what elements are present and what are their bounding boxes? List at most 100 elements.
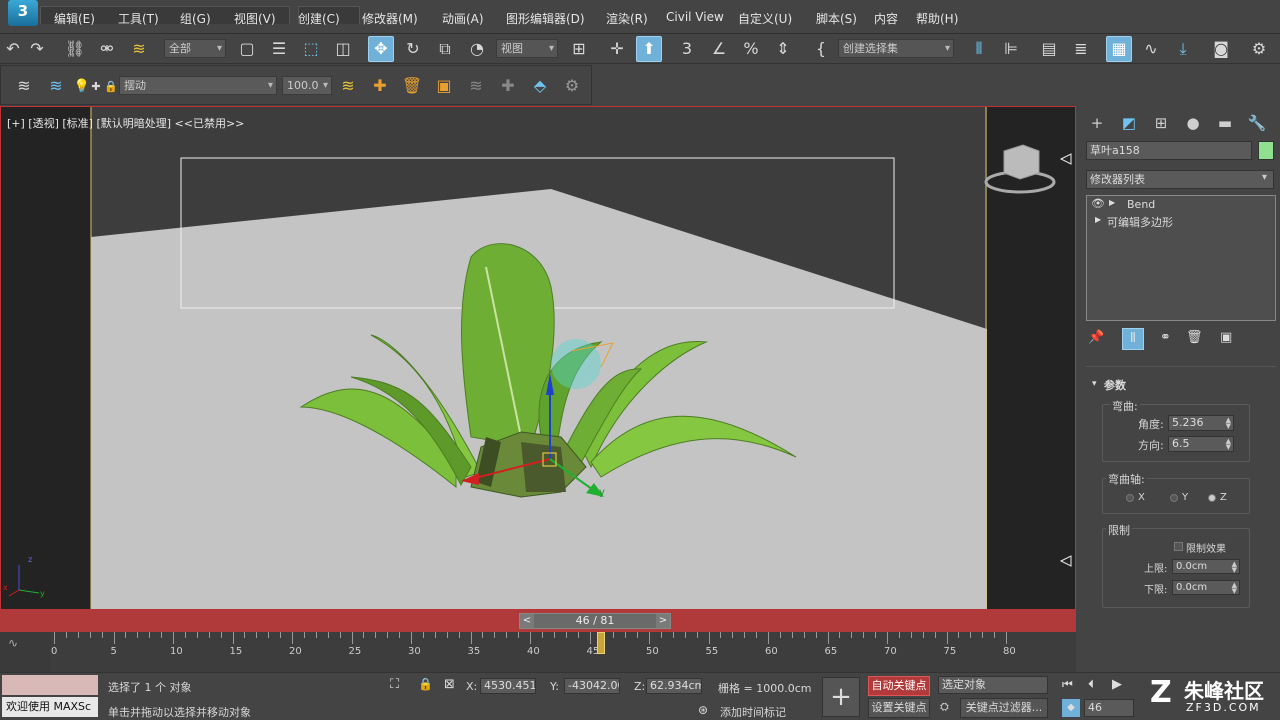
menu-tools[interactable]: 工具(T) bbox=[118, 10, 159, 27]
spinner-snap-icon[interactable]: ⇕ bbox=[770, 36, 796, 62]
spinner-arrows-icon[interactable]: ▲ ▼ bbox=[1226, 438, 1231, 451]
snap-3d-icon[interactable]: 3 bbox=[674, 36, 700, 62]
current-frame-marker[interactable] bbox=[597, 632, 606, 654]
window-crossing-icon[interactable]: ◫ bbox=[330, 36, 356, 62]
remove-modifier-icon[interactable]: 🗑 bbox=[1186, 330, 1203, 345]
next-frame-button[interactable]: > bbox=[656, 614, 670, 628]
select-by-name-icon[interactable]: ☰ bbox=[266, 36, 292, 62]
maxscript-mini-listener[interactable]: 欢迎使用 MAXSc bbox=[2, 697, 98, 717]
layer-current-icon[interactable]: ≋ bbox=[43, 73, 69, 99]
mirror-icon[interactable]: ⫴ bbox=[966, 36, 992, 62]
undo-icon[interactable]: ↶ bbox=[0, 36, 26, 62]
pivot-icon[interactable]: ⊞ bbox=[566, 36, 592, 62]
lock-icon[interactable]: 🔒 bbox=[103, 73, 119, 99]
rect-select-icon[interactable]: ⬚ bbox=[298, 36, 324, 62]
menu-scripting[interactable]: 脚本(S) bbox=[816, 10, 857, 27]
set-key-button[interactable]: 设置关键点 bbox=[868, 698, 930, 718]
utilities-tab-icon[interactable]: 🔧 bbox=[1244, 112, 1270, 134]
prev-key-icon[interactable]: ⏴ bbox=[1088, 677, 1094, 692]
menu-graph-editors[interactable]: 图形编辑器(D) bbox=[506, 10, 585, 27]
menu-civil-view[interactable]: Civil View bbox=[666, 10, 724, 24]
expand-icon[interactable]: ▶ bbox=[1095, 215, 1101, 224]
play-icon[interactable]: ▶ bbox=[1112, 677, 1122, 692]
spinner-arrows-icon[interactable]: ▲ ▼ bbox=[1226, 417, 1231, 430]
prev-frame-button[interactable]: < bbox=[520, 614, 534, 628]
key-filters-button[interactable]: 关键点过滤器... bbox=[960, 698, 1048, 718]
rollout-collapse-icon[interactable]: ▾ bbox=[1092, 379, 1097, 389]
bind-spacewarp-icon[interactable]: ≋ bbox=[126, 36, 152, 62]
place-icon[interactable]: ◔ bbox=[464, 36, 490, 62]
menu-edit[interactable]: 编辑(E) bbox=[54, 10, 95, 27]
modifier-list-dropdown[interactable]: 修改器列表 bbox=[1086, 170, 1274, 189]
layer-value-spinner[interactable]: 100.0 bbox=[282, 76, 332, 95]
pin-stack-icon[interactable]: 📌 bbox=[1088, 330, 1104, 345]
layer-props-icon[interactable]: ▣ bbox=[431, 73, 457, 99]
go-to-start-icon[interactable]: ⏮ bbox=[1062, 677, 1073, 692]
time-slider[interactable]: < 46 / 81 > bbox=[519, 613, 671, 629]
y-coord-field[interactable]: -43042.00 bbox=[564, 678, 620, 694]
unlink-icon[interactable]: ⚮ bbox=[94, 36, 120, 62]
angle-snap-icon[interactable]: ∠ bbox=[706, 36, 732, 62]
motion-tab-icon[interactable]: ● bbox=[1180, 112, 1206, 134]
keyboard-shortcut-override-icon[interactable]: ⬆ bbox=[636, 36, 662, 62]
menu-modifiers[interactable]: 修改器(M) bbox=[362, 10, 418, 27]
key-selection-dropdown[interactable]: 选定对象 bbox=[938, 676, 1048, 694]
select-object-icon[interactable]: ▢ bbox=[234, 36, 260, 62]
axis-x-radio[interactable] bbox=[1126, 494, 1134, 502]
layers-icon[interactable]: ≋ bbox=[11, 73, 37, 99]
maxscript-listener-pink[interactable] bbox=[2, 675, 98, 695]
menu-views[interactable]: 视图(V) bbox=[234, 10, 276, 27]
limit-effect-checkbox[interactable] bbox=[1174, 542, 1183, 551]
material-editor-icon[interactable]: ◙ bbox=[1208, 36, 1234, 62]
menu-help[interactable]: 帮助(H) bbox=[916, 10, 958, 27]
layer-explorer-icon[interactable]: ▤ bbox=[1036, 36, 1062, 62]
create-tab-icon[interactable]: + bbox=[1084, 112, 1110, 134]
menu-content[interactable]: 内容 bbox=[874, 10, 898, 27]
time-tag-icon[interactable]: ⊛ bbox=[698, 703, 708, 717]
menu-animation[interactable]: 动画(A) bbox=[442, 10, 484, 27]
ribbon-icon[interactable]: ▦ bbox=[1106, 36, 1132, 62]
object-name-field[interactable]: 草叶a158 bbox=[1086, 141, 1252, 160]
redo-icon[interactable]: ↷ bbox=[24, 36, 50, 62]
display-tab-icon[interactable]: ▬ bbox=[1212, 112, 1238, 134]
schematic-icon[interactable]: ⤓ bbox=[1170, 36, 1196, 62]
eye-icon[interactable]: 👁 bbox=[1091, 197, 1105, 210]
unfreeze-layer-icon[interactable]: ⚙ bbox=[559, 73, 585, 99]
menu-customize[interactable]: 自定义(U) bbox=[738, 10, 792, 27]
isolate-selection-icon[interactable]: ⛶ bbox=[390, 677, 399, 692]
track-bar[interactable]: ∿ 0 5 10 15 20 25 30 35 40 45 50 55 60 65 70 75 80 bbox=[0, 632, 1076, 672]
selection-lock-icon[interactable]: 🔒 bbox=[418, 677, 433, 691]
menu-group[interactable]: 组(G) bbox=[180, 10, 211, 27]
unhide-layer-icon[interactable]: ✚ bbox=[495, 73, 521, 99]
move-icon[interactable]: ✥ bbox=[368, 36, 394, 62]
link-icon[interactable]: ⛓ bbox=[62, 36, 88, 62]
rollout-title[interactable]: 参数 bbox=[1104, 377, 1126, 393]
axis-z-radio[interactable] bbox=[1208, 494, 1216, 502]
scale-icon[interactable]: ⧉ bbox=[432, 36, 458, 62]
configure-sets-icon[interactable]: ▣ bbox=[1220, 330, 1232, 345]
make-unique-icon[interactable]: ⚭ bbox=[1160, 330, 1171, 345]
manipulate-icon[interactable]: ✛ bbox=[604, 36, 630, 62]
stack-item-editable-poly[interactable]: ▶ 可编辑多边形 bbox=[1087, 214, 1275, 230]
edit-named-sets-icon[interactable]: { bbox=[808, 36, 834, 62]
angle-spinner[interactable]: 5.236 ▲ ▼ bbox=[1168, 415, 1234, 431]
selection-filter-dropdown[interactable]: 全部 bbox=[164, 39, 226, 58]
absolute-mode-icon[interactable]: ⊠ bbox=[444, 677, 455, 692]
add-to-layer-icon[interactable]: ✚ bbox=[367, 73, 393, 99]
reference-coord-dropdown[interactable]: 视图 bbox=[496, 39, 558, 58]
direction-spinner[interactable]: 6.5 ▲ ▼ bbox=[1168, 436, 1234, 452]
rotate-icon[interactable]: ↻ bbox=[400, 36, 426, 62]
viewport-label[interactable]: [+] [透视] [标准] [默认明暗处理] <<已禁用>> bbox=[7, 115, 244, 131]
align-icon[interactable]: ⊫ bbox=[998, 36, 1024, 62]
stack-item-bend[interactable]: 👁 ▶ Bend bbox=[1087, 197, 1275, 213]
menu-rendering[interactable]: 渲染(R) bbox=[606, 10, 648, 27]
menu-create[interactable]: 创建(C) bbox=[298, 10, 340, 27]
hierarchy-tab-icon[interactable]: ⊞ bbox=[1148, 112, 1174, 134]
render-setup-icon[interactable]: ⚙ bbox=[1246, 36, 1272, 62]
percent-snap-icon[interactable]: % bbox=[738, 36, 764, 62]
perspective-viewport[interactable]: [+] [透视] [标准] [默认明暗处理] <<已禁用>> z x y y bbox=[0, 106, 1076, 610]
selection-set-dropdown[interactable]: 创建选择集 bbox=[838, 39, 954, 58]
spinner-arrows-icon[interactable]: ▲ ▼ bbox=[1232, 561, 1237, 574]
lower-limit-spinner[interactable]: 0.0cm ▲ ▼ bbox=[1172, 580, 1240, 595]
new-layer-icon[interactable]: ≋ bbox=[335, 73, 361, 99]
